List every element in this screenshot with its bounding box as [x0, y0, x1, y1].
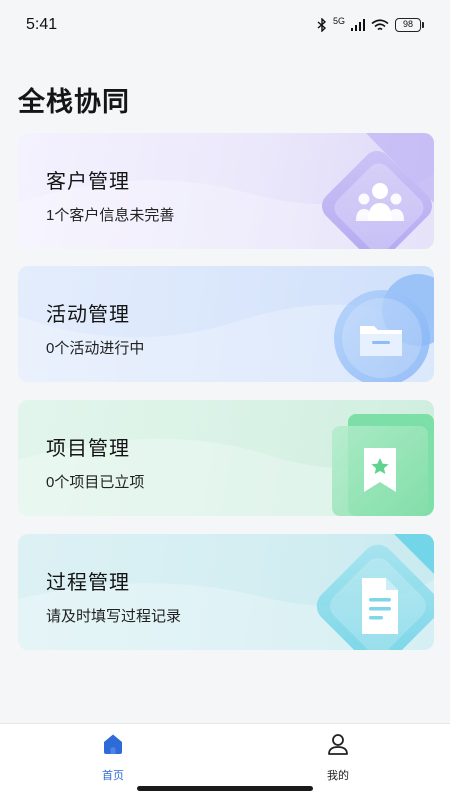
- card-subtitle: 请及时填写过程记录: [46, 608, 182, 625]
- team-icon: [321, 133, 434, 249]
- status-time: 5:41: [26, 16, 58, 33]
- signal-icon: [351, 19, 365, 31]
- status-bar: 5:41 5G 98: [0, 0, 450, 50]
- card-title: 过程管理: [46, 572, 130, 594]
- process-management-card[interactable]: 过程管理 请及时填写过程记录: [18, 534, 434, 650]
- card-title: 活动管理: [46, 304, 130, 326]
- card-subtitle: 1个客户信息未完善: [46, 207, 175, 224]
- tab-home[interactable]: 首页: [53, 732, 173, 788]
- tab-label: 首页: [102, 770, 124, 782]
- user-icon: [326, 732, 350, 761]
- status-icons: 5G 98: [317, 16, 424, 32]
- card-title: 客户管理: [46, 171, 130, 193]
- card-title: 项目管理: [46, 438, 130, 460]
- home-indicator: [137, 786, 313, 791]
- tab-mine[interactable]: 我的: [278, 732, 398, 788]
- battery-level: 98: [395, 18, 421, 32]
- page-title: 全栈协同: [18, 87, 130, 117]
- home-icon: [101, 732, 125, 761]
- document-icon: [316, 534, 434, 650]
- tab-label: 我的: [327, 770, 349, 782]
- network-type: 5G: [332, 16, 345, 26]
- battery-icon: 98: [395, 18, 424, 32]
- card-subtitle: 0个活动进行中: [46, 340, 145, 357]
- wifi-icon: [371, 18, 389, 32]
- bookmark-star-icon: [332, 414, 434, 516]
- activity-management-card[interactable]: 活动管理 0个活动进行中: [18, 266, 434, 382]
- bluetooth-icon: [317, 18, 327, 32]
- folder-icon: [334, 274, 434, 382]
- project-management-card[interactable]: 项目管理 0个项目已立项: [18, 400, 434, 516]
- customer-management-card[interactable]: 客户管理 1个客户信息未完善: [18, 133, 434, 249]
- card-subtitle: 0个项目已立项: [46, 474, 145, 491]
